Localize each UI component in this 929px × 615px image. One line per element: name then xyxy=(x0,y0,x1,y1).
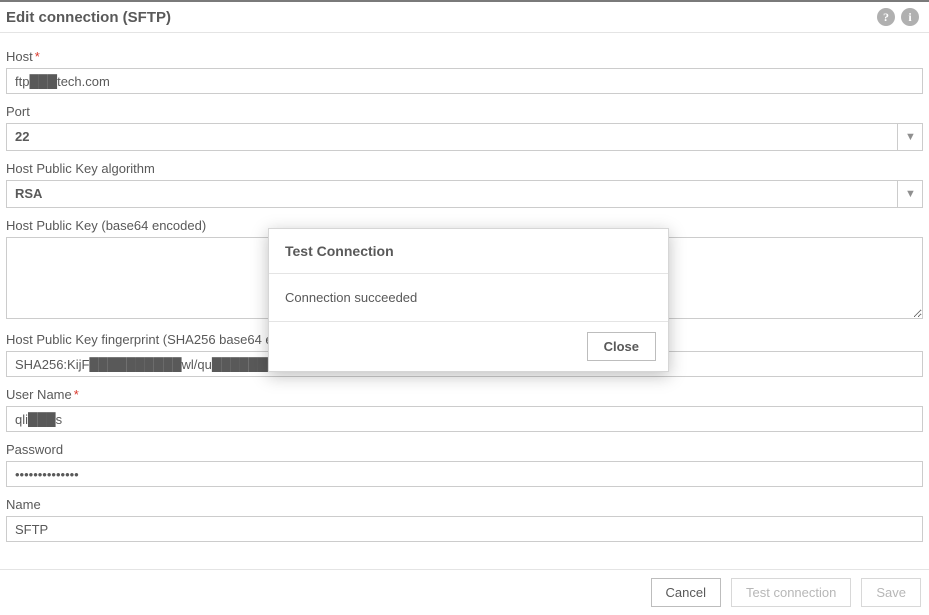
required-marker: * xyxy=(74,387,79,402)
label-password: Password xyxy=(6,442,923,457)
field-username: User Name* xyxy=(6,387,923,432)
host-input[interactable] xyxy=(6,68,923,94)
info-icon[interactable]: i xyxy=(901,8,919,26)
test-connection-button: Test connection xyxy=(731,578,851,607)
label-algorithm: Host Public Key algorithm xyxy=(6,161,923,176)
dialog-footer: Cancel Test connection Save xyxy=(0,569,929,615)
label-host: Host* xyxy=(6,49,923,64)
test-connection-modal: Test Connection Connection succeeded Clo… xyxy=(268,228,669,372)
name-input[interactable] xyxy=(6,516,923,542)
header-icons: ? i xyxy=(877,8,919,26)
close-button[interactable]: Close xyxy=(587,332,656,361)
dialog-header: Edit connection (SFTP) ? i xyxy=(0,0,929,33)
save-button: Save xyxy=(861,578,921,607)
field-algorithm: Host Public Key algorithm RSA ▼ xyxy=(6,161,923,208)
field-password: Password xyxy=(6,442,923,487)
label-name: Name xyxy=(6,497,923,512)
modal-message: Connection succeeded xyxy=(269,274,668,321)
label-username-text: User Name xyxy=(6,387,72,402)
password-input[interactable] xyxy=(6,461,923,487)
field-port: Port 22 ▼ xyxy=(6,104,923,151)
port-select[interactable]: 22 xyxy=(6,123,923,151)
algorithm-select-wrap: RSA ▼ xyxy=(6,180,923,208)
cancel-button[interactable]: Cancel xyxy=(651,578,721,607)
help-icon[interactable]: ? xyxy=(877,8,895,26)
modal-title: Test Connection xyxy=(269,229,668,274)
algorithm-select[interactable]: RSA xyxy=(6,180,923,208)
label-port: Port xyxy=(6,104,923,119)
required-marker: * xyxy=(35,49,40,64)
dialog-title: Edit connection (SFTP) xyxy=(6,9,171,26)
label-username: User Name* xyxy=(6,387,923,402)
port-select-wrap: 22 ▼ xyxy=(6,123,923,151)
username-input[interactable] xyxy=(6,406,923,432)
field-name: Name xyxy=(6,497,923,542)
field-host: Host* xyxy=(6,49,923,94)
label-host-text: Host xyxy=(6,49,33,64)
modal-footer: Close xyxy=(269,321,668,371)
